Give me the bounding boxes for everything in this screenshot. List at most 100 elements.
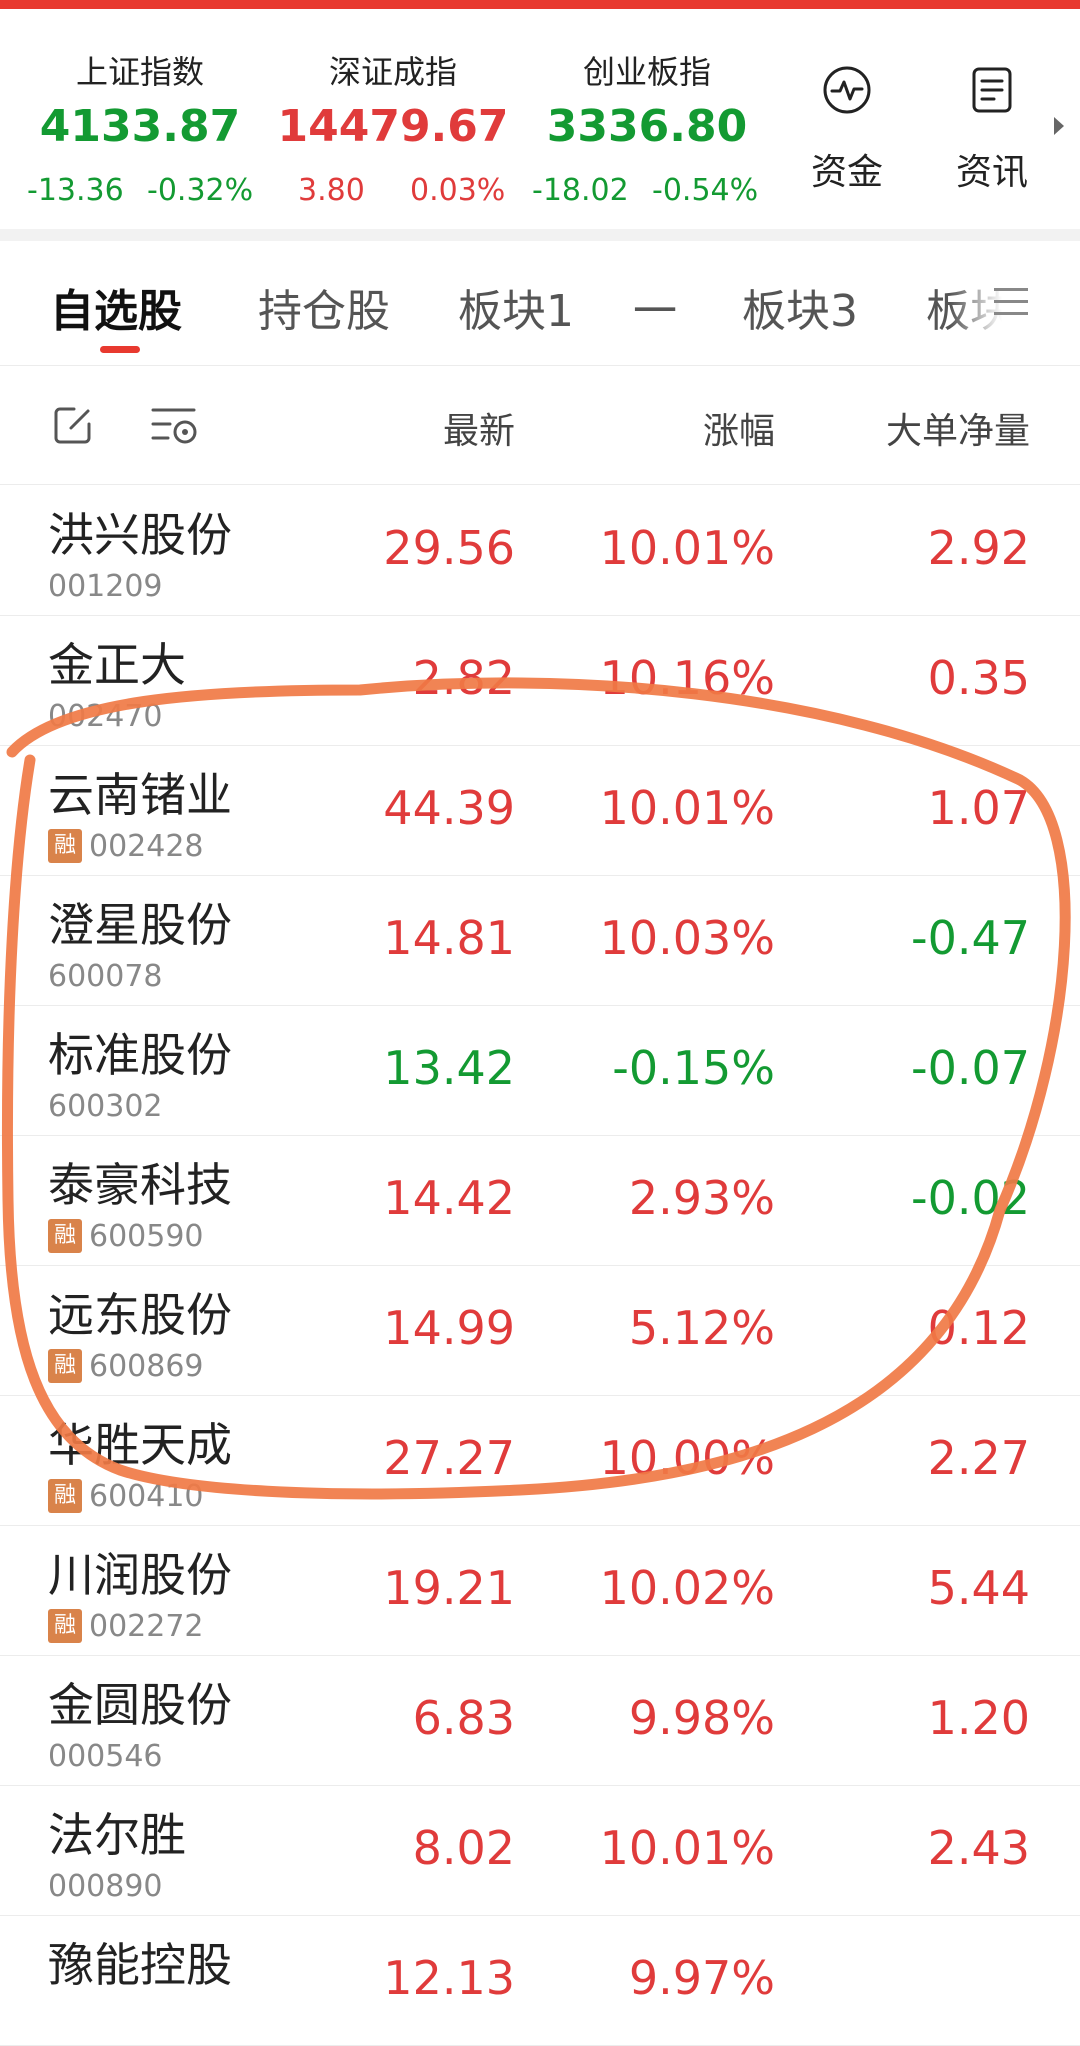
latest-price: 12.13 (383, 1951, 515, 2005)
change-percent: 10.02% (599, 1561, 775, 1615)
table-row[interactable]: 洪兴股份 001209 29.56 10.01% 2.92 (0, 485, 1080, 616)
menu-icon[interactable] (994, 286, 1028, 318)
index-name: 深证成指 (328, 53, 457, 91)
funds-button-label: 资金 (810, 152, 883, 193)
filter-settings-icon[interactable] (150, 404, 200, 448)
table-row[interactable]: 金圆股份 000546 6.83 9.98% 1.20 (0, 1655, 1080, 1786)
latest-price: 44.39 (383, 781, 515, 835)
latest-price: 14.81 (383, 911, 515, 965)
tab-sector-2[interactable]: 一 (633, 275, 677, 339)
funds-button[interactable]: 资金 (792, 59, 902, 193)
margin-trading-badge: 融 (48, 829, 82, 863)
index-change: 3.80 (298, 173, 365, 208)
stock-name: 华胜天成 (48, 1418, 232, 1472)
stock-name: 标准股份 (48, 1028, 232, 1082)
market-index-header: 上证指数 4133.87 -13.36 -0.32% 深证成指 14479.67… (0, 9, 1080, 229)
index-value: 3336.80 (546, 101, 748, 152)
column-net-flow[interactable]: 大单净量 (800, 402, 1030, 454)
net-flow-value: 2.27 (927, 1431, 1030, 1485)
latest-price: 13.42 (383, 1041, 515, 1095)
stock-code: 002470 (48, 699, 163, 734)
index-value: 14479.67 (277, 101, 509, 152)
net-flow-value: 1.07 (927, 781, 1030, 835)
stock-name: 洪兴股份 (48, 508, 232, 562)
change-percent: 9.97% (628, 1951, 775, 2005)
stock-name: 金圆股份 (48, 1678, 232, 1732)
net-flow-value: -0.02 (910, 1171, 1030, 1225)
stock-code: 600078 (48, 959, 163, 994)
change-percent: 10.01% (599, 781, 775, 835)
latest-price: 27.27 (383, 1431, 515, 1485)
margin-trading-badge: 融 (48, 1479, 82, 1513)
latest-price: 14.99 (383, 1301, 515, 1355)
net-flow-value: 1.20 (927, 1691, 1030, 1745)
latest-price: 19.21 (383, 1561, 515, 1615)
index-name: 创业板指 (582, 53, 711, 91)
index-percent: -0.32% (147, 173, 254, 208)
chevron-right-icon[interactable] (1054, 117, 1064, 135)
net-flow-value: 2.92 (927, 521, 1030, 575)
change-percent: 5.12% (628, 1301, 775, 1355)
latest-price: 8.02 (412, 1821, 515, 1875)
table-row[interactable]: 标准股份 600302 13.42 -0.15% -0.07 (0, 1005, 1080, 1136)
stock-name: 远东股份 (48, 1288, 232, 1342)
stock-code: 600590 (89, 1219, 204, 1254)
tab-sector-3[interactable]: 板块3 (742, 275, 858, 339)
net-flow-value: 0.12 (927, 1301, 1030, 1355)
change-percent: 10.16% (599, 651, 775, 705)
latest-price: 29.56 (383, 521, 515, 575)
tab-watchlist[interactable]: 自选股 (50, 275, 182, 339)
section-divider (0, 229, 1080, 241)
index-percent: -0.54% (652, 173, 759, 208)
stock-name: 金正大 (48, 638, 186, 692)
stock-name: 澄星股份 (48, 898, 232, 952)
table-row[interactable]: 澄星股份 600078 14.81 10.03% -0.47 (0, 875, 1080, 1006)
stock-name: 豫能控股 (48, 1938, 232, 1992)
tab-holdings[interactable]: 持仓股 (258, 275, 390, 339)
change-percent: 10.00% (599, 1431, 775, 1485)
net-flow-value: -0.47 (910, 911, 1030, 965)
index-name: 上证指数 (75, 53, 204, 91)
table-row[interactable]: 川润股份融 002272 19.21 10.02% 5.44 (0, 1525, 1080, 1656)
index-change: -13.36 (27, 173, 124, 208)
column-change-pct[interactable]: 涨幅 (540, 402, 775, 454)
stock-code: 600302 (48, 1089, 163, 1124)
stock-code: 000890 (48, 1869, 163, 1904)
news-button[interactable]: 资讯 (937, 59, 1047, 193)
index-value: 4133.87 (39, 101, 241, 152)
table-row[interactable]: 华胜天成融 600410 27.27 10.00% 2.27 (0, 1395, 1080, 1526)
pulse-chart-icon (823, 66, 871, 114)
tab-sector-1[interactable]: 板块1 (458, 275, 574, 339)
stock-name: 泰豪科技 (48, 1158, 232, 1212)
stock-name: 云南锗业 (48, 768, 232, 822)
change-percent: 2.93% (628, 1171, 775, 1225)
latest-price: 2.82 (412, 651, 515, 705)
net-flow-value: 0.35 (927, 651, 1030, 705)
active-tab-indicator (100, 346, 140, 353)
net-flow-value: 2.43 (927, 1821, 1030, 1875)
change-percent: 10.01% (599, 1821, 775, 1875)
table-row[interactable]: 豫能控股 12.13 9.97% (0, 1915, 1080, 2046)
table-row[interactable]: 法尔胜 000890 8.02 10.01% 2.43 (0, 1785, 1080, 1916)
watchlist-tabs: 自选股 持仓股 板块1 一 板块3 板块 (0, 241, 1080, 366)
table-row[interactable]: 泰豪科技融 600590 14.42 2.93% -0.02 (0, 1135, 1080, 1266)
stock-name: 法尔胜 (48, 1808, 186, 1862)
column-header: 最新 涨幅 大单净量 (0, 366, 1080, 485)
stock-code: 001209 (48, 569, 163, 604)
news-button-label: 资讯 (955, 152, 1028, 193)
margin-trading-badge: 融 (48, 1349, 82, 1383)
net-flow-value: -0.07 (910, 1041, 1030, 1095)
change-percent: 9.98% (628, 1691, 775, 1745)
table-row[interactable]: 金正大 002470 2.82 10.16% 0.35 (0, 615, 1080, 746)
latest-price: 6.83 (412, 1691, 515, 1745)
stock-code: 600869 (89, 1349, 204, 1384)
table-row[interactable]: 远东股份融 600869 14.99 5.12% 0.12 (0, 1265, 1080, 1396)
edit-icon[interactable] (52, 404, 94, 446)
index-change: -18.02 (532, 173, 629, 208)
stock-name: 川润股份 (48, 1548, 232, 1602)
status-accent-bar (0, 0, 1080, 9)
table-row[interactable]: 云南锗业融 002428 44.39 10.01% 1.07 (0, 745, 1080, 876)
column-latest[interactable]: 最新 (290, 402, 515, 454)
margin-trading-badge: 融 (48, 1219, 82, 1253)
stock-code: 002428 (89, 829, 204, 864)
